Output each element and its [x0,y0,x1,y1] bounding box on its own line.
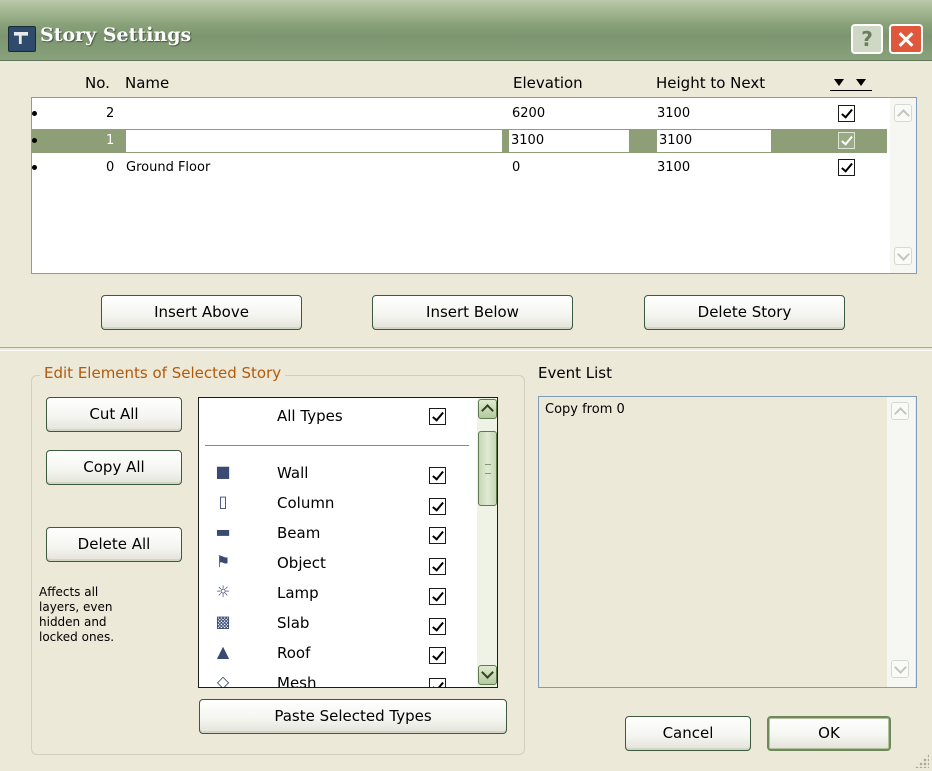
story-height[interactable]: 3100 [657,160,690,175]
app-icon [8,26,36,52]
event-list[interactable]: Copy from 0 [538,396,917,688]
type-row-column[interactable]: ▯ Column [199,492,475,522]
types-separator [205,445,469,446]
story-checkbox[interactable] [838,159,855,176]
column-icon: ▯ [218,492,228,511]
roof-icon: ▲ [216,642,230,661]
story-settings-dialog: Story Settings ? No. Name Elevation Heig… [0,0,932,771]
type-checkbox[interactable] [429,467,446,484]
insert-below-button[interactable]: Insert Below [372,295,573,330]
story-row[interactable]: 2 6200 3100 [32,102,887,126]
scroll-down-icon[interactable] [478,665,497,685]
type-row-roof[interactable]: ▲ Roof [199,642,475,672]
insert-above-button[interactable]: Insert Above [101,295,302,330]
type-checkbox[interactable] [429,527,446,544]
event-list-scrollbar[interactable] [887,397,915,687]
type-row-beam[interactable]: ▬ Beam [199,522,475,552]
type-label: Column [277,494,335,512]
type-checkbox[interactable] [429,647,446,664]
close-icon[interactable] [889,24,923,54]
type-label: Roof [277,644,311,662]
window-title: Story Settings [40,24,192,46]
type-checkbox[interactable] [429,588,446,605]
story-elevation[interactable]: 6200 [512,106,545,121]
type-row-lamp[interactable]: ☼ Lamp [199,582,475,612]
type-checkbox[interactable] [429,498,446,515]
type-row-object[interactable]: ⚑ Object [199,552,475,582]
delete-story-button[interactable]: Delete Story [644,295,845,330]
story-name-edit[interactable] [126,130,502,152]
object-icon: ⚑ [215,552,231,571]
type-label: Object [277,554,326,572]
scroll-thumb[interactable] [478,431,497,506]
header-elevation[interactable]: Elevation [513,74,583,92]
event-list-label: Event List [538,364,612,382]
story-checkbox[interactable] [838,105,855,122]
element-types-list[interactable]: All Types ■ Wall ▯ Column ▬ Beam ⚑ Objec… [198,397,498,688]
scroll-up-icon[interactable] [894,104,912,122]
type-label: Beam [277,524,321,542]
story-list[interactable]: 2 6200 3100 1 3100 3100 0 Ground Floor 0 [31,97,917,274]
all-types-checkbox[interactable] [429,408,446,425]
copy-all-button[interactable]: Copy All [46,450,182,485]
story-height: 3100 [659,133,693,148]
help-button[interactable]: ? [851,24,883,54]
type-label: Lamp [277,584,319,602]
cancel-button[interactable]: Cancel [625,716,751,751]
type-row-slab[interactable]: ▩ Slab [199,612,475,642]
type-checkbox[interactable] [429,678,446,687]
header-no[interactable]: No. [85,74,110,92]
story-number: 0 [106,160,115,175]
story-number: 2 [106,106,115,121]
type-checkbox[interactable] [429,558,446,575]
story-number: 1 [106,133,115,148]
slab-icon: ▩ [215,612,231,631]
story-height-edit[interactable]: 3100 [657,130,771,152]
scroll-up-icon[interactable] [891,402,909,420]
type-checkbox[interactable] [429,618,446,635]
all-types-row[interactable]: All Types [199,405,475,435]
cut-all-button[interactable]: Cut All [46,397,182,432]
sort-toggle-icon[interactable] [830,76,872,92]
affects-note: Affects all layers, even hidden and lock… [39,585,115,644]
story-checkbox[interactable] [838,132,855,149]
scroll-up-icon[interactable] [478,399,497,419]
type-label: Slab [277,614,310,632]
title-bar[interactable]: Story Settings ? [0,0,932,61]
section-divider [0,347,932,351]
story-elevation: 3100 [511,133,545,148]
header-name[interactable]: Name [125,74,169,92]
all-types-label: All Types [277,407,343,425]
story-elevation[interactable]: 0 [512,160,520,175]
story-row[interactable]: 0 Ground Floor 0 3100 [32,156,887,180]
lamp-icon: ☼ [215,582,231,601]
mesh-icon: ◇ [216,672,230,688]
type-label: Mesh [277,674,317,688]
scroll-down-icon[interactable] [891,660,909,678]
type-row-mesh[interactable]: ◇ Mesh [199,672,475,688]
story-list-scrollbar[interactable] [890,98,916,273]
beam-icon: ▬ [215,522,231,541]
story-name[interactable]: Ground Floor [126,160,210,175]
event-entry: Copy from 0 [545,402,625,417]
scroll-down-icon[interactable] [894,247,912,265]
edit-elements-title: Edit Elements of Selected Story [40,364,286,382]
ok-button[interactable]: OK [767,716,891,751]
header-height-to-next[interactable]: Height to Next [656,74,765,92]
type-row-wall[interactable]: ■ Wall [199,462,475,492]
delete-all-button[interactable]: Delete All [46,527,182,562]
types-scrollbar[interactable] [477,398,497,687]
story-height[interactable]: 3100 [657,106,690,121]
story-row-selected[interactable]: 1 3100 3100 [32,129,887,153]
type-label: Wall [277,464,309,482]
paste-selected-types-button[interactable]: Paste Selected Types [199,699,507,734]
wall-icon: ■ [215,462,231,481]
story-elevation-edit[interactable]: 3100 [509,130,629,152]
resize-grip-icon[interactable] [915,754,929,768]
